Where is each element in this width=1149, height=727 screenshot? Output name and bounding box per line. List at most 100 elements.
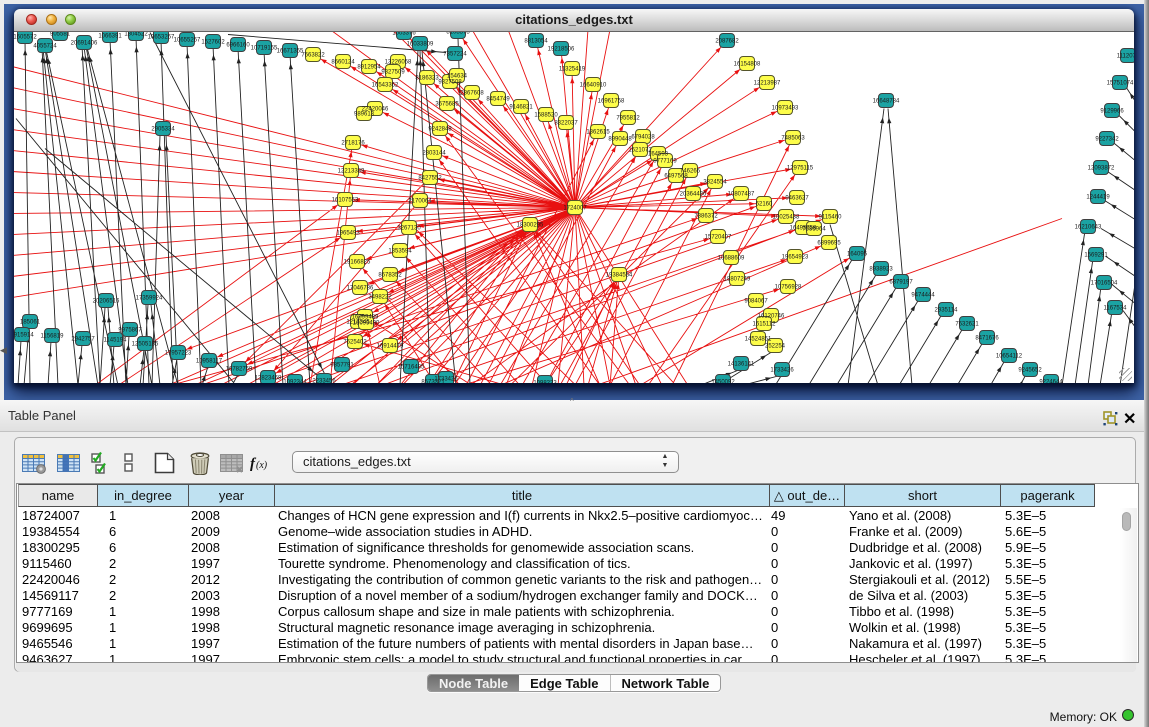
svg-text:16033809: 16033809: [407, 42, 434, 48]
svg-text:1092344: 1092344: [283, 380, 307, 383]
svg-text:1733426: 1733426: [770, 368, 794, 374]
svg-text:7585964: 7585964: [802, 227, 826, 233]
svg-text:8427552: 8427552: [418, 176, 442, 182]
svg-text:9084067: 9084067: [744, 299, 768, 305]
svg-text:17046786: 17046786: [347, 286, 374, 292]
svg-text:20691406: 20691406: [71, 41, 98, 47]
svg-text:1724007: 1724007: [563, 206, 587, 212]
svg-text:12093872: 12093872: [1088, 166, 1115, 172]
svg-text:10025438: 10025438: [773, 215, 800, 221]
svg-text:6879197: 6879197: [889, 280, 913, 286]
svg-text:8471676: 8471676: [975, 336, 999, 342]
svg-text:3498222: 3498222: [368, 295, 392, 301]
svg-text:16107553: 16107553: [332, 198, 359, 204]
svg-text:15720407: 15720407: [705, 235, 732, 241]
svg-text:12213389: 12213389: [338, 169, 365, 175]
svg-text:9327508: 9327508: [438, 80, 462, 86]
svg-text:8454749: 8454749: [486, 97, 510, 103]
svg-text:2233456: 2233456: [312, 379, 336, 383]
svg-text:16210643: 16210643: [1075, 225, 1102, 231]
svg-text:905581: 905581: [50, 32, 71, 38]
svg-text:6966160: 6966160: [226, 43, 250, 49]
svg-text:3915914: 3915914: [14, 333, 34, 339]
svg-text:14136141: 14136141: [728, 362, 755, 368]
svg-text:20364436: 20364436: [680, 192, 707, 198]
svg-text:1244419: 1244419: [1086, 195, 1110, 201]
svg-text:9327509: 9327509: [381, 70, 405, 76]
svg-text:2718176: 2718176: [341, 141, 365, 147]
svg-text:10958117: 10958117: [196, 359, 223, 365]
svg-text:2087682: 2087682: [715, 39, 739, 45]
svg-text:(x): (x): [256, 460, 268, 471]
svg-text:14524851: 14524851: [745, 337, 772, 343]
svg-text:13226058: 13226058: [385, 60, 412, 66]
svg-text:16648784: 16648784: [873, 99, 900, 105]
svg-text:2803144: 2803144: [422, 151, 446, 157]
svg-text:9224644: 9224644: [1039, 380, 1063, 383]
svg-text:7663822: 7663822: [301, 53, 325, 59]
svg-text:8813054: 8813054: [524, 39, 548, 45]
svg-text:8938923: 8938923: [869, 267, 893, 273]
svg-text:8186323: 8186323: [415, 76, 439, 82]
svg-text:6794028: 6794028: [631, 135, 655, 141]
svg-text:16782759: 16782759: [226, 367, 253, 373]
svg-text:989613: 989613: [354, 112, 375, 118]
svg-text:1450092: 1450092: [711, 380, 735, 383]
svg-text:11325419: 11325419: [559, 67, 586, 73]
svg-text:2942757: 2942757: [71, 337, 95, 343]
svg-text:1156819: 1156819: [41, 334, 65, 340]
svg-text:8912954: 8912954: [357, 65, 381, 71]
svg-text:7632621: 7632621: [955, 322, 979, 328]
svg-text:154634: 154634: [447, 74, 468, 80]
svg-text:12505185: 12505185: [132, 342, 159, 348]
svg-text:18807249: 18807249: [724, 277, 751, 283]
svg-text:12823468: 12823468: [255, 376, 282, 382]
svg-text:15716485: 15716485: [398, 365, 425, 371]
svg-text:1353594: 1353594: [388, 249, 412, 255]
svg-text:7386372: 7386372: [694, 214, 718, 220]
svg-text:17016504: 17016504: [1091, 281, 1118, 287]
svg-text:1569291: 1569291: [1084, 253, 1108, 259]
svg-text:15751074: 15751074: [1107, 81, 1134, 87]
svg-text:7955812: 7955812: [616, 116, 640, 122]
svg-text:9146821: 9146821: [509, 105, 533, 111]
svg-text:3824554: 3824554: [703, 180, 727, 186]
svg-text:19384554: 19384554: [606, 273, 633, 279]
svg-text:1145194: 1145194: [104, 338, 128, 344]
svg-text:164095: 164095: [847, 252, 868, 258]
svg-text:4055724: 4055724: [33, 44, 57, 50]
svg-text:10655267: 10655267: [174, 38, 201, 44]
svg-text:1527602: 1527602: [201, 40, 225, 46]
svg-text:8678352: 8678352: [378, 273, 402, 279]
svg-text:12213987: 12213987: [754, 81, 781, 87]
svg-text:10688609: 10688609: [718, 256, 745, 262]
svg-text:18300295: 18300295: [517, 223, 544, 229]
svg-text:9463627: 9463627: [785, 196, 809, 202]
svg-text:10756928: 10756928: [775, 285, 802, 291]
svg-text:10973493: 10973493: [772, 106, 799, 112]
svg-text:9975867: 9975867: [118, 328, 142, 334]
svg-text:1605572: 1605572: [14, 35, 37, 41]
svg-text:10719155: 10719155: [251, 46, 278, 52]
svg-text:1003376: 1003376: [392, 32, 416, 37]
svg-text:10807487: 10807487: [728, 192, 755, 198]
svg-text:6497568: 6497568: [664, 174, 688, 180]
svg-text:16099490: 16099490: [353, 321, 380, 327]
svg-text:16640910: 16640910: [580, 83, 607, 89]
svg-text:8108373: 8108373: [446, 32, 470, 36]
svg-text:1167534: 1167534: [1104, 306, 1128, 312]
svg-text:9242848: 9242848: [428, 127, 452, 133]
svg-text:2170064: 2170064: [408, 199, 432, 205]
svg-text:16120746: 16120746: [758, 314, 785, 320]
svg-text:9129966: 9129966: [1100, 109, 1124, 115]
svg-text:7485063: 7485063: [781, 136, 805, 142]
svg-text:19218506: 19218506: [548, 47, 575, 53]
svg-text:10654112: 10654112: [996, 354, 1023, 360]
svg-text:1362615: 1362615: [586, 130, 610, 136]
svg-text:62160: 62160: [756, 202, 773, 208]
svg-text:12975115: 12975115: [787, 166, 814, 172]
svg-text:252254: 252254: [765, 344, 786, 350]
svg-text:20206516: 20206516: [93, 299, 120, 305]
svg-text:16154808: 16154808: [734, 62, 761, 68]
svg-text:1733426: 1733426: [434, 377, 458, 383]
